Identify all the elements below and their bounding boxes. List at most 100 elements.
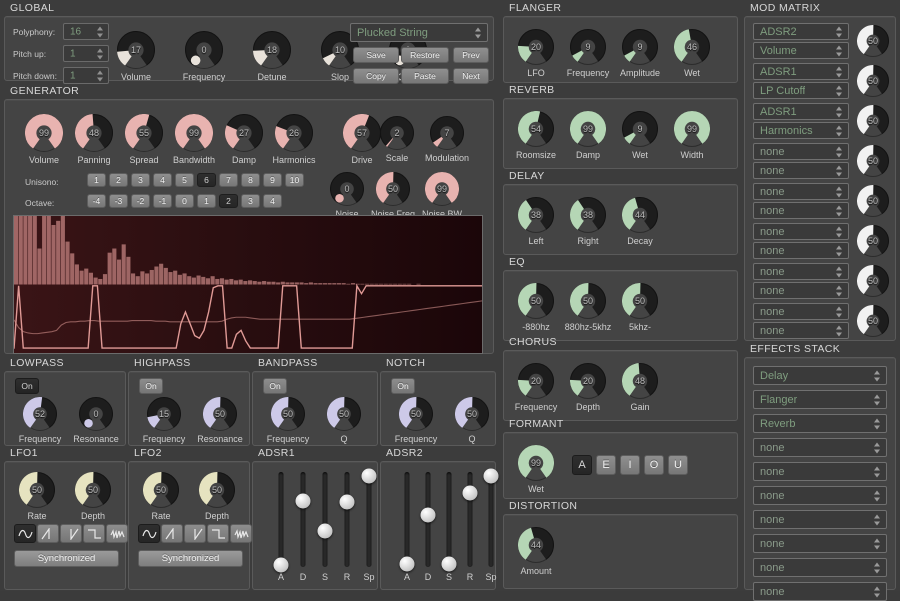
unisono-option-1[interactable]: 1 bbox=[87, 173, 106, 187]
effect-distortion-knob-amount-dial[interactable] bbox=[518, 527, 554, 563]
adsr1-slider-d[interactable]: D bbox=[295, 472, 311, 567]
generator-knob-noise-freq[interactable]: 50Noise Freq bbox=[376, 172, 410, 206]
chevron-updown-icon[interactable] bbox=[874, 442, 881, 453]
mod-row-6-amount-knob-dial[interactable] bbox=[857, 225, 889, 257]
octave-option--4[interactable]: -4 bbox=[87, 194, 106, 208]
lfo1-waveform-noise-icon[interactable] bbox=[106, 524, 128, 543]
slider-track[interactable] bbox=[489, 472, 494, 567]
effect-reverb-knob-roomsize[interactable]: 54Roomsize bbox=[518, 111, 554, 147]
slider-track[interactable] bbox=[301, 472, 306, 567]
chevron-updown-icon[interactable] bbox=[874, 586, 881, 597]
effect-flanger-knob-lfo-dial[interactable] bbox=[518, 29, 554, 65]
slider-track[interactable] bbox=[345, 472, 350, 567]
spinner-arrows-1[interactable] bbox=[97, 48, 104, 59]
effect-delay-knob-decay[interactable]: 44Decay bbox=[622, 197, 658, 233]
generator-knob-panning[interactable]: 48Panning bbox=[75, 114, 113, 152]
mod-row-3-amount-knob[interactable]: 50 bbox=[857, 105, 889, 137]
effect-flanger-knob-frequency-dial[interactable] bbox=[570, 29, 606, 65]
effect-chorus-knob-depth[interactable]: 20Depth bbox=[570, 363, 606, 399]
generator-knob-damp-dial[interactable] bbox=[225, 114, 263, 152]
chevron-updown-icon[interactable] bbox=[836, 26, 843, 37]
chevron-updown-icon[interactable] bbox=[836, 165, 843, 176]
adsr2-slider-sp[interactable]: Sp bbox=[483, 472, 499, 567]
mod-row-2-source-select[interactable]: ADSR1 bbox=[753, 63, 849, 80]
effect-chorus-knob-gain-dial[interactable] bbox=[622, 363, 658, 399]
unisono-option-2[interactable]: 2 bbox=[109, 173, 128, 187]
global-pitchup-spinner[interactable]: 1 bbox=[63, 45, 109, 62]
filter-highpass-knob-frequency-dial[interactable] bbox=[147, 397, 181, 431]
effect-reverb-knob-damp[interactable]: 99Damp bbox=[570, 111, 606, 147]
mod-row-8-source-select[interactable]: none bbox=[753, 303, 849, 320]
mod-row-4-source-select[interactable]: none bbox=[753, 143, 849, 160]
prev-button[interactable]: Prev bbox=[453, 47, 489, 63]
mod-row-2-amount-knob-dial[interactable] bbox=[857, 65, 889, 97]
effects-stack-slot-10[interactable]: none bbox=[753, 582, 887, 601]
mod-row-7-dest-select[interactable]: none bbox=[753, 282, 849, 299]
slider-handle[interactable] bbox=[463, 485, 478, 500]
filter-bandpass-knob-q-dial[interactable] bbox=[327, 397, 361, 431]
effect-reverb-knob-wet-dial[interactable] bbox=[622, 111, 658, 147]
generator-knob-scale[interactable]: 2Scale bbox=[380, 116, 414, 150]
adsr2-slider-r[interactable]: R bbox=[462, 472, 478, 567]
lfo2-waveform-ramp-up-icon[interactable] bbox=[161, 524, 183, 543]
generator-knob-noise[interactable]: 0Noise bbox=[330, 172, 364, 206]
adsr1-slider-sp[interactable]: Sp bbox=[361, 472, 377, 567]
formant-vowel-E[interactable]: E bbox=[596, 455, 616, 475]
mod-row-4-amount-knob[interactable]: 50 bbox=[857, 145, 889, 177]
mod-row-4-amount-knob-dial[interactable] bbox=[857, 145, 889, 177]
adsr1-slider-r[interactable]: R bbox=[339, 472, 355, 567]
lfo1-knob-rate-dial[interactable] bbox=[19, 472, 55, 508]
mod-row-1-amount-knob[interactable]: 50 bbox=[857, 25, 889, 57]
unisono-option-6[interactable]: 6 bbox=[197, 173, 216, 187]
mod-row-3-dest-select[interactable]: Harmonics bbox=[753, 122, 849, 139]
slider-handle[interactable] bbox=[484, 468, 499, 483]
mod-row-5-amount-knob-dial[interactable] bbox=[857, 185, 889, 217]
unisono-option-7[interactable]: 7 bbox=[219, 173, 238, 187]
effects-stack-slot-9[interactable]: none bbox=[753, 558, 887, 577]
generator-knob-harmonics[interactable]: 26Harmonics bbox=[275, 114, 313, 152]
lfo1-waveform-square-icon[interactable] bbox=[83, 524, 105, 543]
mod-row-1-source-select[interactable]: ADSR2 bbox=[753, 23, 849, 40]
adsr2-slider-d[interactable]: D bbox=[420, 472, 436, 567]
effects-stack-slot-3[interactable]: Reverb bbox=[753, 414, 887, 433]
mod-row-6-dest-select[interactable]: none bbox=[753, 242, 849, 259]
octave-option--2[interactable]: -2 bbox=[131, 194, 150, 208]
paste-button[interactable]: Paste bbox=[401, 68, 449, 84]
filter-notch-knob-frequency[interactable]: 50Frequency bbox=[399, 397, 433, 431]
mod-row-3-source-select[interactable]: ADSR1 bbox=[753, 103, 849, 120]
effect-delay-knob-right[interactable]: 38Right bbox=[570, 197, 606, 233]
effect-reverb-knob-roomsize-dial[interactable] bbox=[518, 111, 554, 147]
slider-handle[interactable] bbox=[340, 495, 355, 510]
lfo1-waveform-sine-icon[interactable] bbox=[14, 524, 36, 543]
chevron-updown-icon[interactable] bbox=[836, 146, 843, 157]
lfo1-knob-rate[interactable]: 50Rate bbox=[19, 472, 55, 508]
slider-track[interactable] bbox=[323, 472, 328, 567]
filter-lowpass-knob-frequency[interactable]: 52Frequency bbox=[23, 397, 57, 431]
effect-distortion-knob-amount[interactable]: 44Amount bbox=[518, 527, 554, 563]
chevron-updown-icon[interactable] bbox=[836, 226, 843, 237]
chevron-updown-icon[interactable] bbox=[874, 490, 881, 501]
save-button[interactable]: Save bbox=[353, 47, 399, 63]
effect-reverb-knob-wet[interactable]: 9Wet bbox=[622, 111, 658, 147]
slider-handle[interactable] bbox=[318, 523, 333, 538]
unisono-option-10[interactable]: 10 bbox=[285, 173, 304, 187]
lfo2-knob-rate-dial[interactable] bbox=[143, 472, 179, 508]
mod-row-4-dest-select[interactable]: none bbox=[753, 162, 849, 179]
mod-row-6-amount-knob[interactable]: 50 bbox=[857, 225, 889, 257]
generator-knob-volume[interactable]: 99Volume bbox=[25, 114, 63, 152]
mod-row-5-amount-knob[interactable]: 50 bbox=[857, 185, 889, 217]
lfo2-knob-rate[interactable]: 50Rate bbox=[143, 472, 179, 508]
effect-eq-knob-5khz--dial[interactable] bbox=[622, 283, 658, 319]
effect-eq-knob-5khz-[interactable]: 505khz- bbox=[622, 283, 658, 319]
effect-eq-knob--880hz-dial[interactable] bbox=[518, 283, 554, 319]
effect-delay-knob-left-dial[interactable] bbox=[518, 197, 554, 233]
generator-knob-damp[interactable]: 27Damp bbox=[225, 114, 263, 152]
octave-option-2[interactable]: 2 bbox=[219, 194, 238, 208]
chevron-updown-icon[interactable] bbox=[874, 514, 881, 525]
chevron-updown-icon[interactable] bbox=[836, 45, 843, 56]
restore-button[interactable]: Restore bbox=[401, 47, 449, 63]
generator-knob-scale-dial[interactable] bbox=[380, 116, 414, 150]
mod-row-6-source-select[interactable]: none bbox=[753, 223, 849, 240]
generator-knob-modulation[interactable]: 7Modulation bbox=[430, 116, 464, 150]
slider-handle[interactable] bbox=[442, 557, 457, 572]
